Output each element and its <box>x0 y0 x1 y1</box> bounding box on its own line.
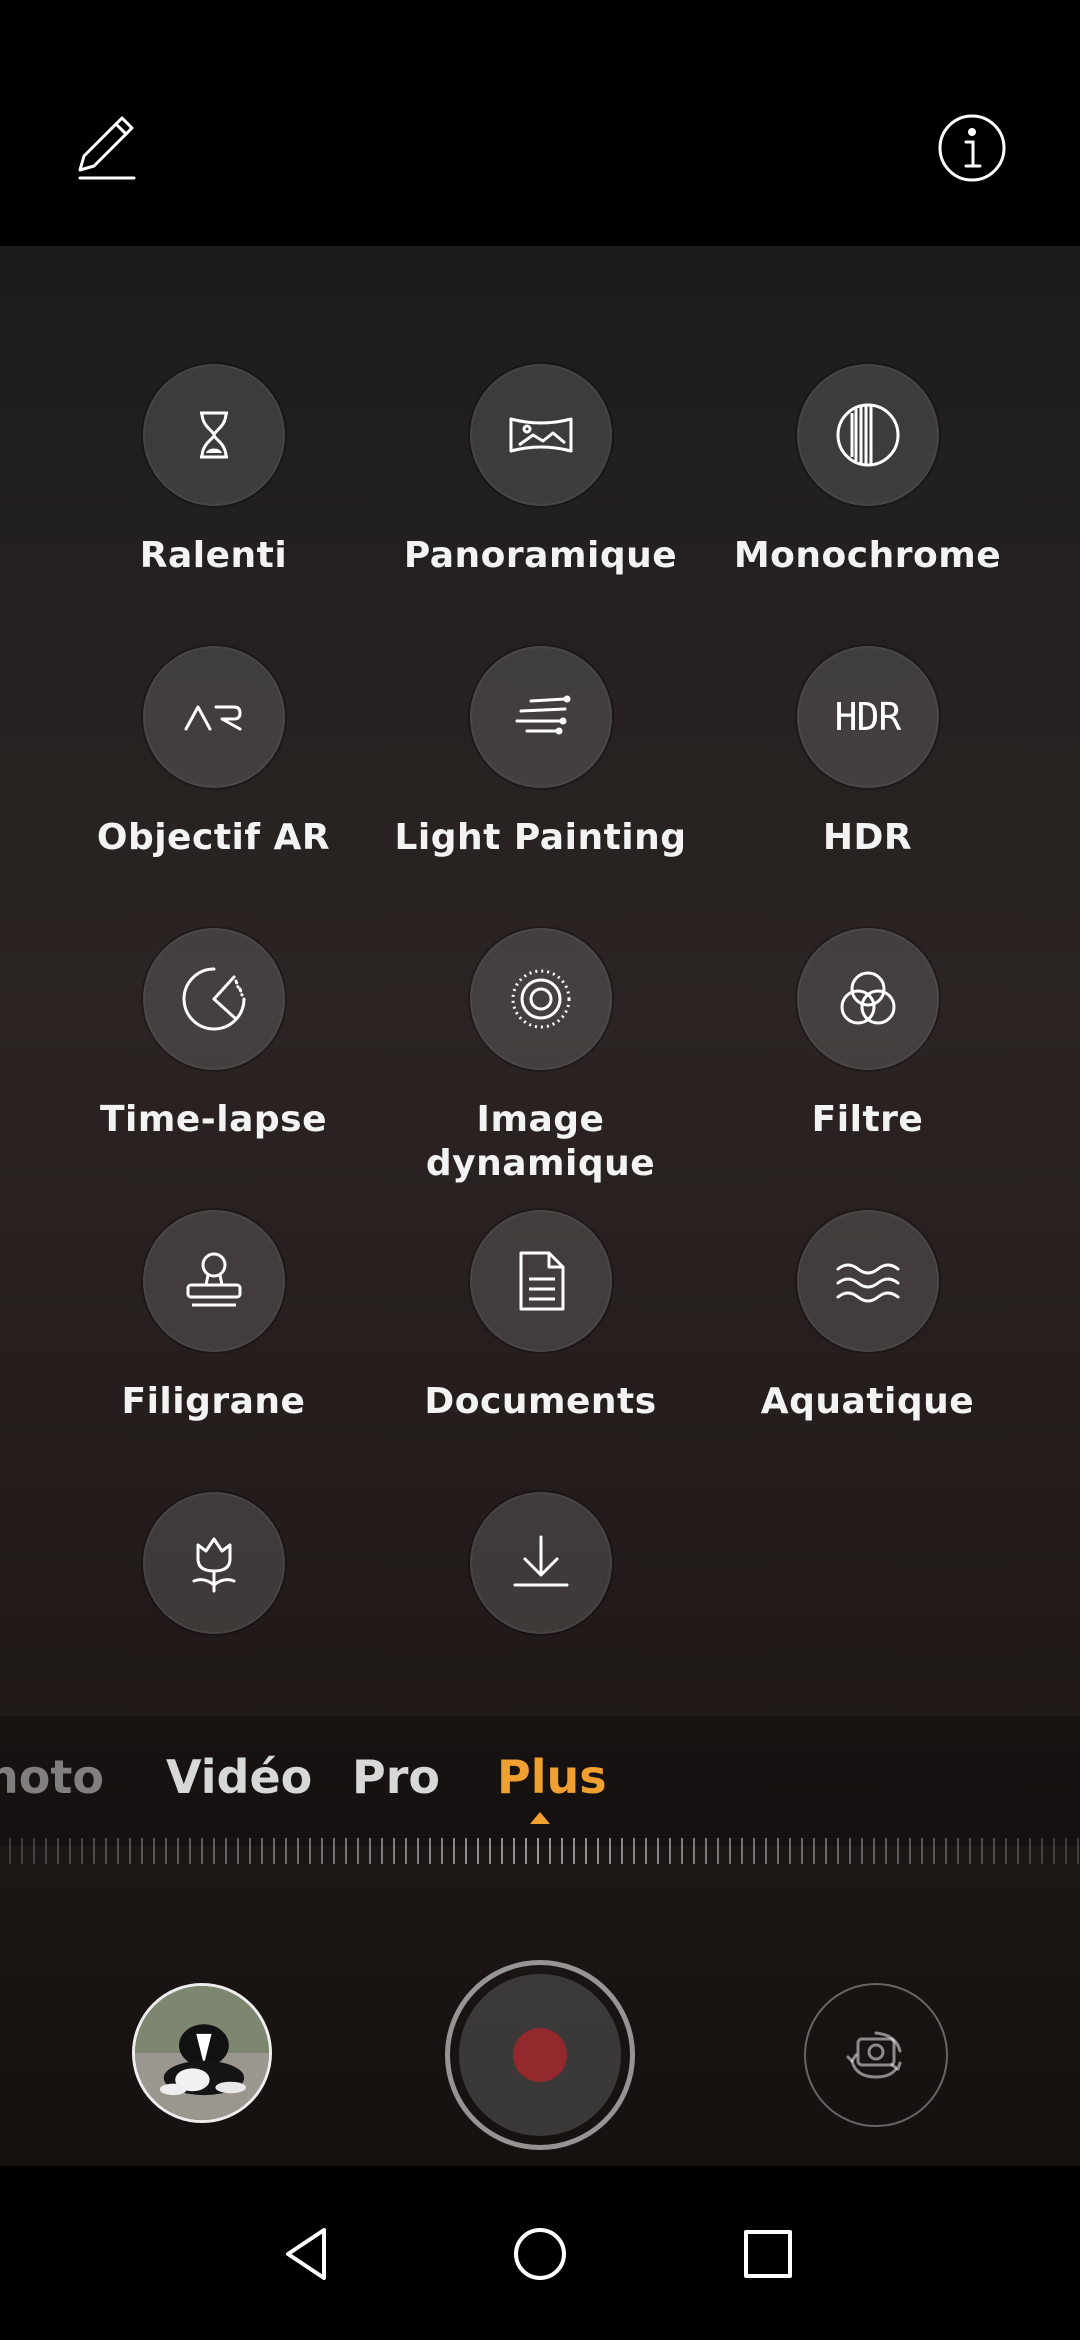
mode-icon-button[interactable] <box>469 364 612 506</box>
mode-label: Filigrane <box>121 1381 306 1422</box>
mode-switcher: hoto Vidéo Pro Plus <box>0 1716 1080 1846</box>
mode-icon-button[interactable] <box>469 646 612 788</box>
mode-label: HDR <box>822 817 913 858</box>
mode-icon-button[interactable] <box>796 928 939 1070</box>
ar-icon <box>184 705 241 731</box>
mode-label: Ralenti <box>139 535 288 576</box>
mode-icon-button[interactable] <box>142 1210 285 1352</box>
info-icon[interactable] <box>934 110 1010 186</box>
tab-video[interactable]: Vidéo <box>166 1750 312 1804</box>
mode-icon-button[interactable] <box>796 364 939 506</box>
mode-icon-button[interactable] <box>469 1492 612 1634</box>
mode-label: Light Painting <box>394 817 687 858</box>
mode-icon-button[interactable] <box>142 364 285 506</box>
home-icon[interactable] <box>504 2218 576 2290</box>
dog-photo <box>135 1986 269 2120</box>
tab-pro[interactable]: Pro <box>352 1750 440 1804</box>
record-button[interactable] <box>445 1960 635 2150</box>
mode-label: Time-lapse <box>99 1099 327 1140</box>
mode-icon-button[interactable] <box>796 1210 939 1352</box>
pencil-icon[interactable] <box>70 110 146 186</box>
mode-label: Panoramique <box>403 535 678 576</box>
mode-icon-button[interactable] <box>142 928 285 1070</box>
download-icon <box>513 1535 568 1587</box>
record-dot <box>513 2028 567 2082</box>
mode-label: Objectif AR <box>96 817 331 858</box>
light-painting-icon <box>515 695 570 735</box>
moving-picture-icon <box>511 969 570 1029</box>
mode-label: Aquatique <box>760 1381 975 1422</box>
mode-label: Filtre <box>811 1099 924 1140</box>
mode-label: Documents <box>424 1381 657 1422</box>
mode-icon-button[interactable] <box>469 928 612 1070</box>
tab-photo[interactable]: hoto <box>0 1750 104 1804</box>
filter-icon <box>840 971 895 1025</box>
watermark-stamp-icon <box>186 1252 241 1307</box>
mode-scroll-ruler[interactable] <box>0 1834 1080 1868</box>
more-modes-panel: Ralenti Panoramique Monochrome Objectif … <box>0 246 1080 2166</box>
hourglass-icon <box>199 411 228 459</box>
active-tab-indicator <box>530 1812 550 1824</box>
mode-icon-button[interactable] <box>142 1492 285 1634</box>
mode-icon-button[interactable]: HDR <box>796 646 939 788</box>
monochrome-icon <box>836 403 899 467</box>
system-nav-bar <box>0 2166 1080 2340</box>
top-bar <box>0 0 1080 246</box>
recents-icon[interactable] <box>732 2218 804 2290</box>
switch-camera-icon[interactable] <box>804 1983 948 2127</box>
mode-label: Monochrome <box>733 535 1002 576</box>
flower-icon <box>192 1537 235 1593</box>
camera-controls <box>0 1900 1080 2166</box>
document-icon <box>519 1251 564 1311</box>
gallery-thumbnail[interactable] <box>132 1983 272 2123</box>
mode-icon-button[interactable] <box>469 1210 612 1352</box>
underwater-waves-icon <box>836 1263 899 1303</box>
hdr-icon: HDR <box>834 695 902 739</box>
tab-plus[interactable]: Plus <box>497 1750 607 1804</box>
record-button-inner <box>459 1974 621 2136</box>
mode-label: Image dynamique <box>425 1099 656 1184</box>
panorama-icon <box>509 417 572 453</box>
timelapse-icon <box>182 967 245 1031</box>
back-icon[interactable] <box>272 2218 344 2290</box>
mode-icon-button[interactable] <box>142 646 285 788</box>
